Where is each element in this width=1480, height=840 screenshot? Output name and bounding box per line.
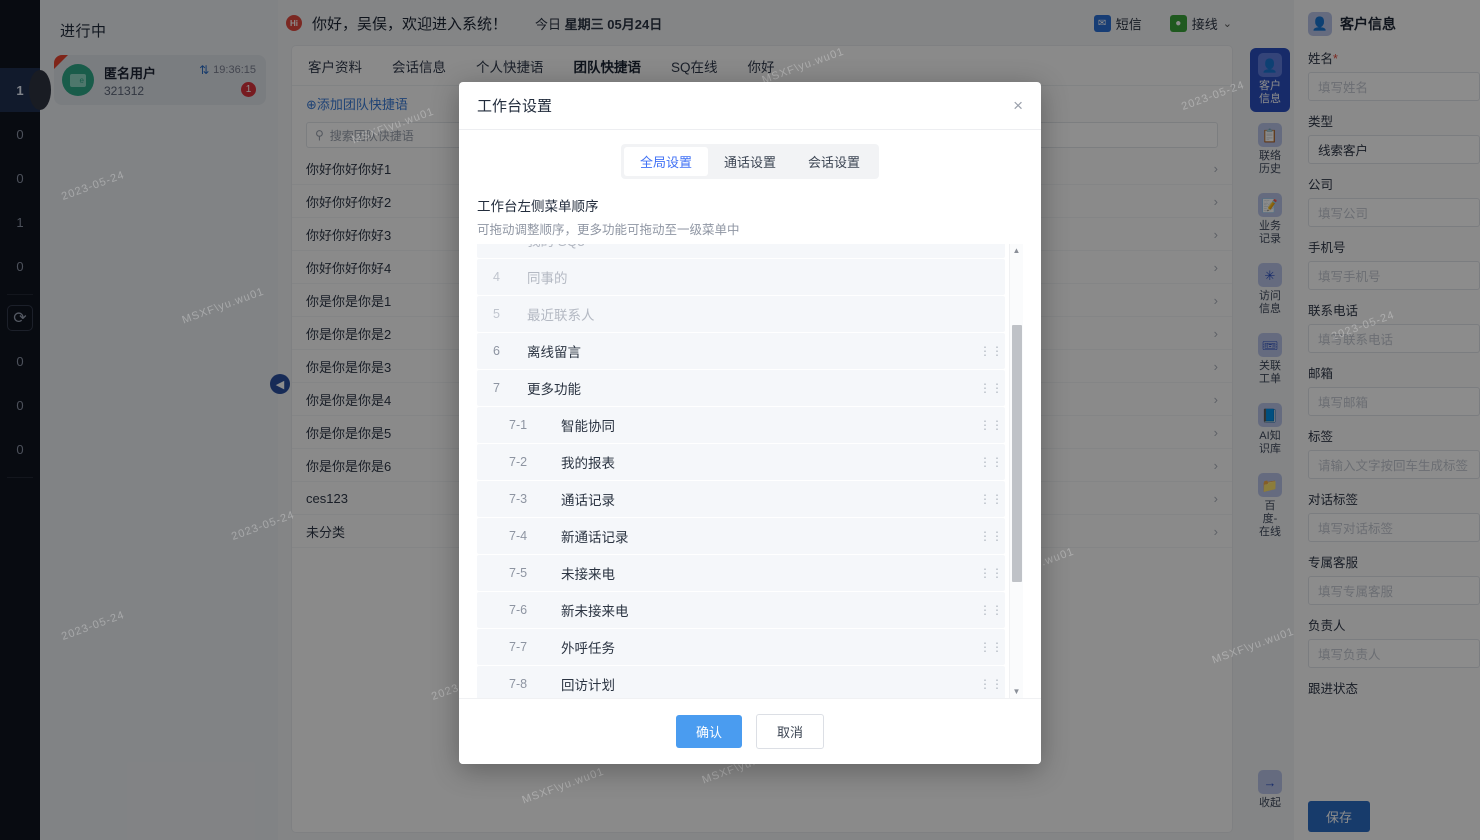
drag-handle-icon[interactable]: ⋮⋮ <box>979 567 991 579</box>
menu-order-label: 智能协同 <box>561 415 615 435</box>
drag-handle-icon[interactable]: ⋮⋮ <box>979 678 991 690</box>
drag-handle-icon[interactable]: ⋮⋮ <box>979 493 991 505</box>
drag-handle-icon[interactable]: ⋮⋮ <box>979 382 991 394</box>
drag-handle-icon[interactable]: ⋮⋮ <box>979 604 991 616</box>
settings-segmented-control[interactable]: 全局设置 通话设置 会话设置 <box>621 144 879 179</box>
drag-handle-icon[interactable]: ⋮⋮ <box>979 419 991 431</box>
menu-order-index: 7 <box>493 381 527 395</box>
menu-order-label: 回访计划 <box>561 674 615 694</box>
menu-order-index: 7-7 <box>509 640 561 654</box>
menu-order-label: 通话记录 <box>561 489 615 509</box>
menu-order-index: 3 <box>493 244 527 247</box>
menu-order-row[interactable]: 6离线留言 ⋮⋮ <box>477 333 1005 369</box>
menu-order-list: 3我的 SQ34同事的5最近联系人6离线留言⋮⋮7更多功能⋮⋮7-1智能协同⋮⋮… <box>477 244 1005 698</box>
section-title: 工作台左侧菜单顺序 <box>477 195 1023 215</box>
menu-order-label: 外呼任务 <box>561 637 615 657</box>
menu-order-index: 7-3 <box>509 492 561 506</box>
confirm-button[interactable]: 确认 <box>676 715 742 748</box>
drag-handle-icon[interactable]: ⋮⋮ <box>979 641 991 653</box>
section-subtitle: 可拖动调整顺序，更多功能可拖动至一级菜单中 <box>477 219 1023 238</box>
scroll-up-icon[interactable]: ▲ <box>1013 244 1021 257</box>
segment-global-settings[interactable]: 全局设置 <box>624 147 708 176</box>
drag-handle-icon[interactable]: ⋮⋮ <box>979 345 991 357</box>
menu-order-row[interactable]: 7-8回访计划 ⋮⋮ <box>477 666 1005 698</box>
menu-order-scroll-area[interactable]: 3我的 SQ34同事的5最近联系人6离线留言⋮⋮7更多功能⋮⋮7-1智能协同⋮⋮… <box>477 244 1023 698</box>
segment-session-settings[interactable]: 会话设置 <box>792 147 876 176</box>
menu-order-row[interactable]: 7-2我的报表 ⋮⋮ <box>477 444 1005 480</box>
menu-order-label: 我的报表 <box>561 452 615 472</box>
menu-order-label: 我的 SQ3 <box>527 244 585 250</box>
menu-order-row[interactable]: 7-6新未接来电 ⋮⋮ <box>477 592 1005 628</box>
menu-order-index: 6 <box>493 344 527 358</box>
segment-call-settings[interactable]: 通话设置 <box>708 147 792 176</box>
menu-order-index: 7-4 <box>509 529 561 543</box>
menu-order-label: 最近联系人 <box>527 304 595 324</box>
menu-order-label: 更多功能 <box>527 378 581 398</box>
workbench-settings-dialog: 工作台设置 × 全局设置 通话设置 会话设置 工作台左侧菜单顺序 可拖动调整顺序… <box>459 82 1041 764</box>
dialog-title: 工作台设置 <box>477 95 552 116</box>
menu-order-label: 未接来电 <box>561 563 615 583</box>
menu-order-label: 离线留言 <box>527 341 581 361</box>
menu-order-index: 4 <box>493 270 527 284</box>
menu-order-label: 新通话记录 <box>561 526 629 546</box>
dialog-footer: 确认 取消 <box>459 698 1041 764</box>
close-icon[interactable]: × <box>1013 96 1023 116</box>
menu-order-row[interactable]: 4同事的 <box>477 259 1005 295</box>
menu-order-row[interactable]: 5最近联系人 <box>477 296 1005 332</box>
menu-order-index: 7-2 <box>509 455 561 469</box>
menu-order-row[interactable]: 3我的 SQ3 <box>477 244 1005 258</box>
menu-order-row[interactable]: 7-1智能协同 ⋮⋮ <box>477 407 1005 443</box>
scrollbar-track[interactable] <box>1010 257 1023 685</box>
menu-order-label: 新未接来电 <box>561 600 629 620</box>
scrollbar[interactable]: ▲ ▼ <box>1009 244 1023 698</box>
menu-order-row[interactable]: 7-4新通话记录 ⋮⋮ <box>477 518 1005 554</box>
dialog-header: 工作台设置 × <box>459 82 1041 130</box>
dialog-body: 全局设置 通话设置 会话设置 工作台左侧菜单顺序 可拖动调整顺序，更多功能可拖动… <box>459 130 1041 698</box>
menu-order-label: 同事的 <box>527 267 568 287</box>
menu-order-index: 7-1 <box>509 418 561 432</box>
menu-order-index: 7-8 <box>509 677 561 691</box>
menu-order-index: 5 <box>493 307 527 321</box>
menu-order-row[interactable]: 7-7外呼任务 ⋮⋮ <box>477 629 1005 665</box>
scrollbar-thumb[interactable] <box>1012 325 1022 582</box>
menu-order-row[interactable]: 7-3通话记录 ⋮⋮ <box>477 481 1005 517</box>
menu-order-index: 7-5 <box>509 566 561 580</box>
drag-handle-icon[interactable]: ⋮⋮ <box>979 530 991 542</box>
menu-order-index: 7-6 <box>509 603 561 617</box>
scroll-down-icon[interactable]: ▼ <box>1013 685 1021 698</box>
menu-order-row[interactable]: 7-5未接来电 ⋮⋮ <box>477 555 1005 591</box>
menu-order-row[interactable]: 7更多功能 ⋮⋮ <box>477 370 1005 406</box>
cancel-button[interactable]: 取消 <box>756 714 824 749</box>
drag-handle-icon[interactable]: ⋮⋮ <box>979 456 991 468</box>
